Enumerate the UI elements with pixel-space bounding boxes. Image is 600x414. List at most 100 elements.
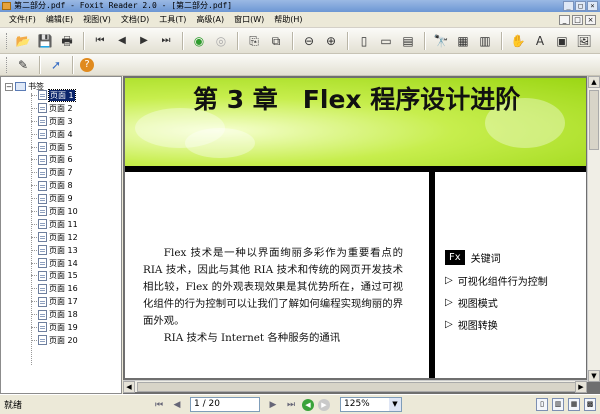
edit-tool-icon[interactable]: ✎	[14, 56, 32, 74]
bookmark-label: 页面 1	[48, 88, 76, 102]
bookmark-item[interactable]: 页面 6	[31, 153, 78, 166]
toolbar-grip[interactable]	[6, 56, 9, 73]
scroll-up-button[interactable]: ▲	[588, 76, 600, 88]
image-icon[interactable]: 🖼	[575, 32, 593, 50]
back-icon[interactable]: ◀	[302, 398, 314, 411]
menu-help[interactable]: 帮助(H)	[269, 12, 307, 28]
bookmark-item[interactable]: 页面 12	[31, 231, 78, 244]
toolbar-separator	[424, 31, 425, 50]
bookmark-item[interactable]: 页面 17	[31, 295, 78, 308]
bookmark-item[interactable]: 页面 8	[31, 179, 78, 192]
open-folder-icon[interactable]: 📂	[14, 32, 32, 50]
last-page-icon[interactable]: ⏭	[284, 398, 298, 412]
next-page-icon[interactable]: ▶	[135, 32, 153, 50]
forward-icon[interactable]: ▶	[318, 398, 330, 411]
horizontal-scrollbar[interactable]: ◀ ▶	[123, 380, 587, 393]
bookmark-item[interactable]: 页面 4	[31, 128, 78, 141]
vertical-scroll-thumb[interactable]	[589, 90, 599, 150]
page-icon	[38, 206, 47, 217]
zoom-in-icon[interactable]: ⊕	[322, 32, 340, 50]
bookmark-item[interactable]: 页面 7	[31, 166, 78, 179]
doc-minimize-button[interactable]: _	[559, 14, 570, 25]
paste-icon[interactable]: ⧉	[267, 32, 285, 50]
keyword-item: ▷ 可视化组件行为控制	[445, 269, 548, 291]
first-page-icon[interactable]: ⏮	[91, 32, 109, 50]
zoom-select[interactable]: 125% ▼	[340, 397, 402, 412]
bookmark-item[interactable]: 页面 18	[31, 308, 78, 321]
app-icon	[2, 2, 11, 10]
doc-restore-button[interactable]: □	[572, 14, 583, 25]
close-button[interactable]: ×	[587, 1, 598, 11]
paragraph: RIA 技术与 Internet 各种服务的通讯	[163, 332, 341, 344]
vertical-scrollbar[interactable]: ▲ ▼	[587, 76, 600, 382]
single-page-icon[interactable]: ▦	[454, 32, 472, 50]
document-viewer[interactable]: 第 3 章 Flex 程序设计进阶 Flex 技术是一种以界面绚丽多彩作为重要看…	[123, 76, 600, 394]
toolbar-separator	[39, 55, 40, 74]
actual-size-icon[interactable]: ▯	[355, 32, 373, 50]
bookmark-item[interactable]: 页面 9	[31, 192, 78, 205]
continuous-facing-layout-icon[interactable]: ▩	[584, 398, 596, 411]
bookmark-item[interactable]: 页面 11	[31, 218, 78, 231]
print-icon[interactable]: 🖶	[58, 32, 76, 50]
bookmark-item[interactable]: 页面 16	[31, 282, 78, 295]
page-number-field[interactable]: 1 / 20	[190, 397, 260, 412]
back-icon[interactable]: ◉	[190, 32, 208, 50]
bookmark-item[interactable]: 页面 14	[31, 257, 78, 270]
copy-icon[interactable]: ⎘	[245, 32, 263, 50]
help-icon[interactable]: ?	[80, 57, 94, 72]
scroll-right-button[interactable]: ▶	[575, 381, 587, 393]
menu-advanced[interactable]: 高级(A)	[191, 12, 229, 28]
scroll-down-button[interactable]: ▼	[588, 370, 600, 382]
scroll-left-button[interactable]: ◀	[123, 381, 135, 393]
menu-tools[interactable]: 工具(T)	[154, 12, 191, 28]
zoom-out-icon[interactable]: ⊖	[300, 32, 318, 50]
bookmark-item[interactable]: 页面 1	[31, 88, 78, 102]
menu-file[interactable]: 文件(F)	[4, 12, 41, 28]
continuous-layout-icon[interactable]: ▥	[552, 398, 564, 411]
menu-view[interactable]: 视图(V)	[78, 12, 116, 28]
bookmark-item[interactable]: 页面 3	[31, 115, 78, 128]
single-page-layout-icon[interactable]: ▯	[536, 398, 548, 411]
arrow-right-icon: ▷	[445, 318, 453, 330]
save-icon[interactable]: 💾	[36, 32, 54, 50]
page-icon	[38, 154, 47, 165]
next-page-icon[interactable]: ▶	[266, 398, 280, 412]
bookmark-item[interactable]: 页面 19	[31, 321, 78, 334]
bookmark-item[interactable]: 页面 5	[31, 141, 78, 154]
arrow-tool-icon[interactable]: ➚	[47, 56, 65, 74]
continuous-icon[interactable]: ▥	[476, 32, 494, 50]
bookmark-item[interactable]: 页面 20	[31, 334, 78, 347]
menu-window[interactable]: 窗口(W)	[229, 12, 269, 28]
maximize-button[interactable]: □	[575, 1, 586, 11]
bookmark-label: 页面 17	[49, 297, 78, 307]
bookmark-label: 页面 7	[49, 168, 73, 178]
vertical-rule	[429, 172, 435, 378]
find-icon[interactable]: 🔭	[432, 32, 450, 50]
bookmark-item[interactable]: 页面 10	[31, 205, 78, 218]
minimize-button[interactable]: _	[563, 1, 574, 11]
select-text-icon[interactable]: A	[531, 32, 549, 50]
chevron-down-icon[interactable]: ▼	[389, 398, 401, 411]
horizontal-scroll-thumb[interactable]	[137, 382, 577, 392]
page-icon	[38, 335, 47, 346]
menu-edit[interactable]: 编辑(E)	[41, 12, 78, 28]
chapter-title: 第 3 章 Flex 程序设计进阶	[193, 85, 521, 114]
previous-page-icon[interactable]: ◀	[170, 398, 184, 412]
bookmark-item[interactable]: 页面 2	[31, 102, 78, 115]
forward-icon[interactable]: ◎	[212, 32, 230, 50]
fit-page-icon[interactable]: ▭	[377, 32, 395, 50]
first-page-icon[interactable]: ⏮	[152, 398, 166, 412]
doc-close-button[interactable]: ×	[585, 14, 596, 25]
snapshot-icon[interactable]: ▣	[553, 32, 571, 50]
previous-page-icon[interactable]: ◀	[113, 32, 131, 50]
menu-document[interactable]: 文档(D)	[116, 12, 154, 28]
fit-width-icon[interactable]: ▤	[399, 32, 417, 50]
collapse-toggle[interactable]: −	[5, 82, 13, 91]
bookmark-item[interactable]: 页面 13	[31, 244, 78, 257]
bookmark-item[interactable]: 页面 15	[31, 269, 78, 282]
facing-layout-icon[interactable]: ▦	[568, 398, 580, 411]
toolbar-grip[interactable]	[6, 32, 9, 49]
document-window-controls: _ □ ×	[559, 14, 600, 25]
last-page-icon[interactable]: ⏭	[157, 32, 175, 50]
hand-tool-icon[interactable]: ✋	[509, 32, 527, 50]
